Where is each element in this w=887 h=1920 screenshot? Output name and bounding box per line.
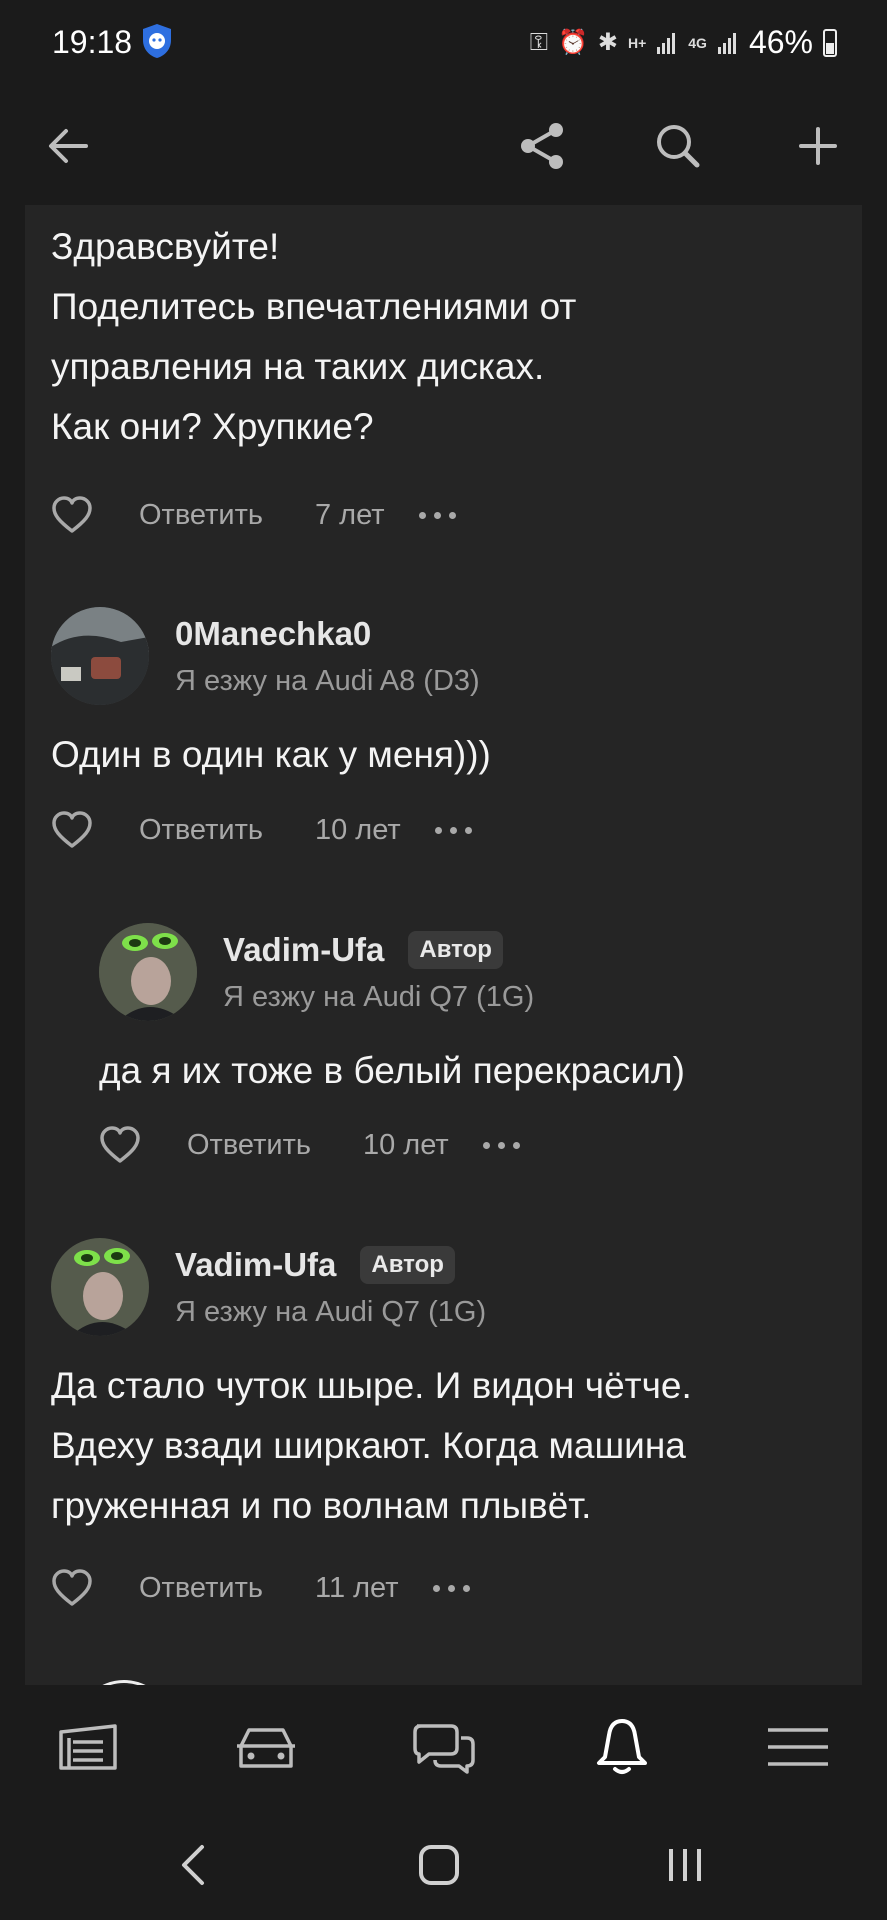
comment-actions: Ответить 10 лет xyxy=(99,1125,520,1165)
author-car[interactable]: Я езжу на Audi Q7 (1G) xyxy=(175,1296,486,1329)
like-icon[interactable] xyxy=(51,495,93,535)
more-options-icon[interactable] xyxy=(482,1141,520,1149)
system-home-button[interactable] xyxy=(404,1837,474,1893)
author-badge: Автор xyxy=(360,1246,455,1284)
signal-icon xyxy=(657,32,676,54)
nav-notifications[interactable] xyxy=(582,1711,662,1783)
like-icon[interactable] xyxy=(51,810,93,850)
post-line: управления на таких дисках. xyxy=(51,346,545,387)
back-button[interactable] xyxy=(30,108,106,184)
notifications-icon xyxy=(597,1719,647,1774)
author-name[interactable]: Vadim-Ufa xyxy=(223,931,384,969)
author-badge: Автор xyxy=(408,931,503,969)
clock: 19:18 xyxy=(52,24,133,60)
comment-actions: Ответить 11 лет xyxy=(51,1568,470,1608)
reply-button[interactable]: Ответить xyxy=(139,814,263,847)
author-name[interactable]: 0Manechka0 xyxy=(175,615,371,653)
like-icon[interactable] xyxy=(51,1568,93,1608)
comment-age: 11 лет xyxy=(314,1571,399,1604)
car-icon xyxy=(237,1728,295,1768)
recents-icon xyxy=(669,1849,701,1881)
nav-garage[interactable] xyxy=(226,1711,306,1783)
status-bar: 19:18 ⚿ ⏰ ✱ H+ 4G 46% xyxy=(0,0,887,86)
more-options-icon[interactable] xyxy=(434,826,472,834)
system-nav-bar xyxy=(0,1805,887,1920)
back-icon xyxy=(182,1845,204,1885)
plus-icon xyxy=(799,127,837,165)
key-icon: ⚿ xyxy=(529,28,548,56)
author-car[interactable]: Я езжу на Audi Q7 (1G) xyxy=(223,981,534,1014)
bluetooth-icon: ✱ xyxy=(597,29,618,56)
top-app-bar xyxy=(0,86,887,206)
reply-button[interactable]: Ответить xyxy=(139,1572,263,1605)
post-text: Здравсвуйте! Поделитесь впечатлениями от… xyxy=(51,217,576,457)
data-type-label: H+ xyxy=(627,34,647,51)
search-icon xyxy=(657,125,700,168)
avatar[interactable] xyxy=(99,923,197,1021)
comment-text: да я их тоже в белый перекрасил) xyxy=(99,1041,685,1101)
back-arrow-icon xyxy=(49,129,88,163)
nav-messages[interactable] xyxy=(404,1711,484,1783)
post-line: Как они? Хрупкие? xyxy=(51,406,374,447)
post-line: Поделитесь впечатлениями от xyxy=(51,286,577,327)
avatar-image xyxy=(99,923,197,1021)
comment-text: Да стало чуток шыре. И видон чётче. Вдех… xyxy=(51,1356,692,1536)
comment-line: Вдеху взади ширкают. Когда машина xyxy=(51,1425,686,1466)
post-line: Здравсвуйте! xyxy=(51,226,280,267)
avatar-image xyxy=(51,1238,149,1336)
system-back-button[interactable] xyxy=(158,1837,228,1893)
comment-author[interactable]: Vadim-Ufa Автор xyxy=(175,1246,455,1284)
search-button[interactable] xyxy=(640,108,716,184)
signal-icon-2 xyxy=(717,32,736,54)
menu-icon xyxy=(768,1728,828,1766)
comment-age: 10 лет xyxy=(314,813,401,846)
more-options-icon[interactable] xyxy=(418,511,456,519)
comment-text: Один в один как у меня))) xyxy=(51,725,491,785)
author-car[interactable]: Я езжу на Audi A8 (D3) xyxy=(175,665,480,698)
nav-menu[interactable] xyxy=(758,1711,838,1783)
more-options-icon[interactable] xyxy=(432,1584,470,1592)
bottom-nav xyxy=(0,1685,887,1805)
comment-line: Один в один как у меня))) xyxy=(51,734,491,775)
avatar[interactable] xyxy=(51,1238,149,1336)
reply-button[interactable]: Ответить xyxy=(139,499,263,532)
comment-age: 10 лет xyxy=(362,1128,449,1161)
reply-button[interactable]: Ответить xyxy=(187,1129,311,1162)
comment-author[interactable]: Vadim-Ufa Автор xyxy=(223,931,503,969)
author-name[interactable]: Vadim-Ufa xyxy=(175,1246,336,1284)
system-recents-button[interactable] xyxy=(650,1837,720,1893)
shield-icon xyxy=(143,24,171,58)
share-button[interactable] xyxy=(504,108,580,184)
alarm-icon: ⏰ xyxy=(557,29,588,56)
comment: Vadim-Ufa Автор Я езжу на Audi Q7 (1G) Д… xyxy=(51,1238,841,1598)
like-icon[interactable] xyxy=(99,1125,141,1165)
avatar[interactable] xyxy=(51,607,149,705)
post-actions: Ответить 7 лет xyxy=(51,495,456,535)
nav-feed[interactable] xyxy=(48,1711,128,1783)
add-button[interactable] xyxy=(780,108,856,184)
home-icon xyxy=(419,1845,459,1885)
battery-percent: 46% xyxy=(748,24,813,60)
comment-author[interactable]: 0Manechka0 xyxy=(175,615,371,653)
comment-actions: Ответить 10 лет xyxy=(51,810,472,850)
chat-icon xyxy=(413,1724,475,1774)
comment-line: груженная и по волнам плывёт. xyxy=(51,1485,592,1526)
feed-icon xyxy=(59,1724,117,1770)
comment-line: Да стало чуток шыре. И видон чётче. xyxy=(51,1365,692,1406)
comment-line: да я их тоже в белый перекрасил) xyxy=(99,1050,685,1091)
post-age: 7 лет xyxy=(314,498,385,531)
avatar-image xyxy=(51,607,149,705)
share-icon xyxy=(521,123,563,169)
status-icons: ⚿ ⏰ ✱ H+ 4G 46% xyxy=(530,24,837,61)
network-label: 4G xyxy=(688,34,707,51)
comments-card: Здравсвуйте! Поделитесь впечатлениями от… xyxy=(25,205,862,1685)
battery-icon xyxy=(823,28,837,57)
